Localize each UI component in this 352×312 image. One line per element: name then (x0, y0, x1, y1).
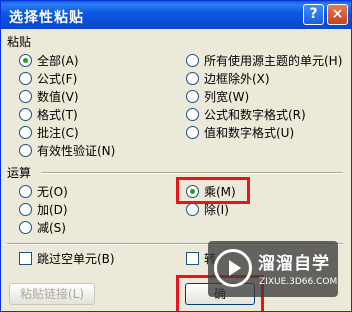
help-button[interactable]: ? (303, 4, 324, 25)
radio-label: 无(O) (37, 185, 68, 199)
radio-button[interactable] (186, 72, 199, 85)
radio-label: 减(S) (37, 221, 66, 235)
radio-button[interactable] (186, 108, 199, 121)
dialog-title: 选择性粘贴 (9, 10, 84, 26)
paste-special-dialog: 选择性粘贴 ? × 粘贴 全部(A) 公式(F) 数值(V) 格式(T) 批注(… (0, 0, 352, 312)
watermark: 溜溜自学 ZIXUE.3D66.COM (208, 241, 338, 297)
radio-button[interactable] (19, 90, 32, 103)
radio-label: 数值(V) (37, 90, 79, 104)
radio-label: 边框除外(X) (204, 72, 270, 86)
radio-selected-dot (23, 58, 28, 63)
checkbox[interactable] (186, 252, 199, 265)
checkbox[interactable] (19, 252, 32, 265)
radio-label: 有效性验证(N) (37, 144, 116, 158)
radio-label: 所有使用源主题的单元(H) (204, 54, 343, 68)
multiply-highlight-box (176, 177, 250, 204)
radio-label: 值和数字格式(U) (204, 126, 295, 140)
checkbox-label: 跳过空单元(B) (37, 252, 115, 266)
play-icon (229, 260, 241, 276)
close-button[interactable]: × (327, 4, 348, 25)
paste-link-button[interactable]: 粘贴链接(L) (9, 283, 95, 305)
radio-button[interactable] (186, 126, 199, 139)
watermark-url: ZIXUE.3D66.COM (259, 277, 338, 287)
radio-label: 公式(F) (37, 72, 78, 86)
radio-button[interactable] (19, 203, 32, 216)
radio-button[interactable] (19, 185, 32, 198)
operation-section-label: 运算 (7, 166, 32, 180)
radio-button[interactable] (19, 54, 32, 67)
radio-button[interactable] (19, 126, 32, 139)
watermark-title: 溜溜自学 (258, 254, 330, 274)
radio-label: 加(D) (37, 203, 68, 217)
radio-label: 批注(C) (37, 126, 79, 140)
radio-label: 公式和数字格式(R) (204, 108, 306, 122)
play-logo-icon (214, 249, 252, 287)
radio-label: 列宽(W) (204, 90, 250, 104)
radio-button[interactable] (186, 54, 199, 67)
radio-label: 全部(A) (37, 54, 79, 68)
radio-button[interactable] (19, 221, 32, 234)
radio-label: 除(I) (204, 203, 229, 217)
radio-label: 格式(T) (37, 108, 78, 122)
title-bar[interactable]: 选择性粘贴 ? × (1, 1, 351, 29)
radio-button[interactable] (19, 72, 32, 85)
radio-button[interactable] (186, 203, 199, 216)
section-divider (41, 172, 343, 174)
paste-section-label: 粘贴 (7, 35, 32, 49)
radio-button[interactable] (186, 90, 199, 103)
radio-button[interactable] (19, 108, 32, 121)
radio-button[interactable] (19, 144, 32, 157)
